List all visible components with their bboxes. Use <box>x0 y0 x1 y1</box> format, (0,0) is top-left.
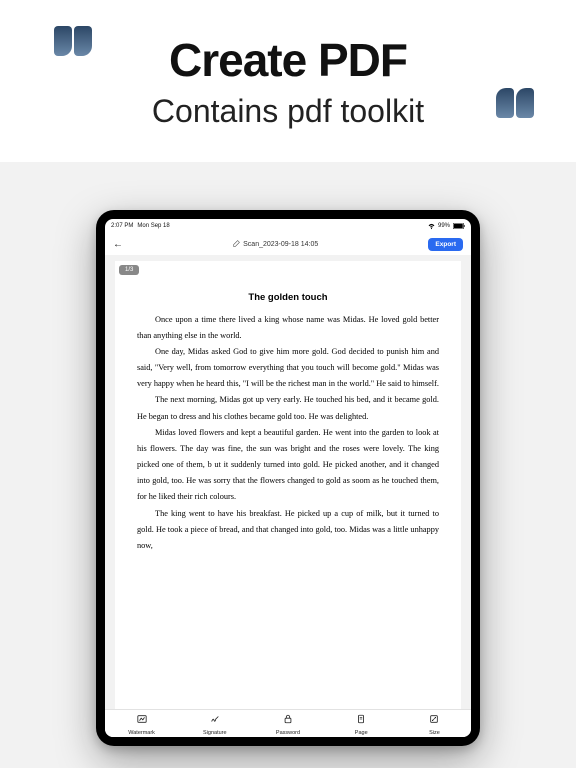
tab-label: Size <box>429 730 440 736</box>
quote-close-icon <box>496 88 534 118</box>
top-bar: ← Scan_2023-09-18 14:05 Export <box>105 233 471 255</box>
tab-size[interactable]: Size <box>398 710 471 737</box>
tab-password[interactable]: Password <box>251 710 324 737</box>
tab-label: Password <box>276 730 300 736</box>
hero-banner: Create PDF Contains pdf toolkit <box>0 0 576 162</box>
story-paragraph: The next morning, Midas got up very earl… <box>137 392 439 424</box>
page-icon <box>356 711 366 729</box>
tab-label: Watermark <box>128 730 155 736</box>
edit-icon <box>233 240 240 249</box>
battery-text: 99% <box>438 223 450 229</box>
hero-subtitle: Contains pdf toolkit <box>152 93 424 130</box>
document-title[interactable]: Scan_2023-09-18 14:05 <box>233 240 318 249</box>
story-paragraph: The king went to have his breakfast. He … <box>137 506 439 555</box>
tab-signature[interactable]: Signature <box>178 710 251 737</box>
tablet-screen: 2:07 PM Mon Sep 18 99% ← Scan_2023-09-18… <box>105 219 471 737</box>
size-icon <box>429 711 439 729</box>
battery-icon <box>453 223 465 229</box>
signature-icon <box>210 711 220 729</box>
story-paragraph: Once upon a time there lived a king whos… <box>137 312 439 344</box>
quote-open-icon <box>54 26 92 56</box>
tab-label: Page <box>355 730 368 736</box>
story-paragraph: One day, Midas asked God to give him mor… <box>137 344 439 393</box>
tablet-frame: 2:07 PM Mon Sep 18 99% ← Scan_2023-09-18… <box>96 210 480 746</box>
document-title-text: Scan_2023-09-18 14:05 <box>243 241 318 248</box>
tab-label: Signature <box>203 730 227 736</box>
tab-watermark[interactable]: Watermark <box>105 710 178 737</box>
page-viewport[interactable]: 1/3 The golden touch Once upon a time th… <box>105 255 471 709</box>
status-date: Mon Sep 18 <box>137 223 169 229</box>
wifi-icon <box>428 223 435 230</box>
document-page: The golden touch Once upon a time there … <box>115 261 461 709</box>
lock-icon <box>283 711 293 729</box>
bottom-toolbar: Watermark Signature Password Page <box>105 709 471 737</box>
export-button[interactable]: Export <box>428 238 463 251</box>
hero-title: Create PDF <box>169 33 407 87</box>
watermark-icon <box>137 711 147 729</box>
status-time: 2:07 PM <box>111 223 133 229</box>
tab-page[interactable]: Page <box>325 710 398 737</box>
back-button[interactable]: ← <box>113 239 123 250</box>
story-title: The golden touch <box>137 289 439 308</box>
status-bar: 2:07 PM Mon Sep 18 99% <box>105 219 471 233</box>
page-counter-badge: 1/3 <box>119 265 139 275</box>
story-paragraph: Midas loved flowers and kept a beautiful… <box>137 425 439 506</box>
